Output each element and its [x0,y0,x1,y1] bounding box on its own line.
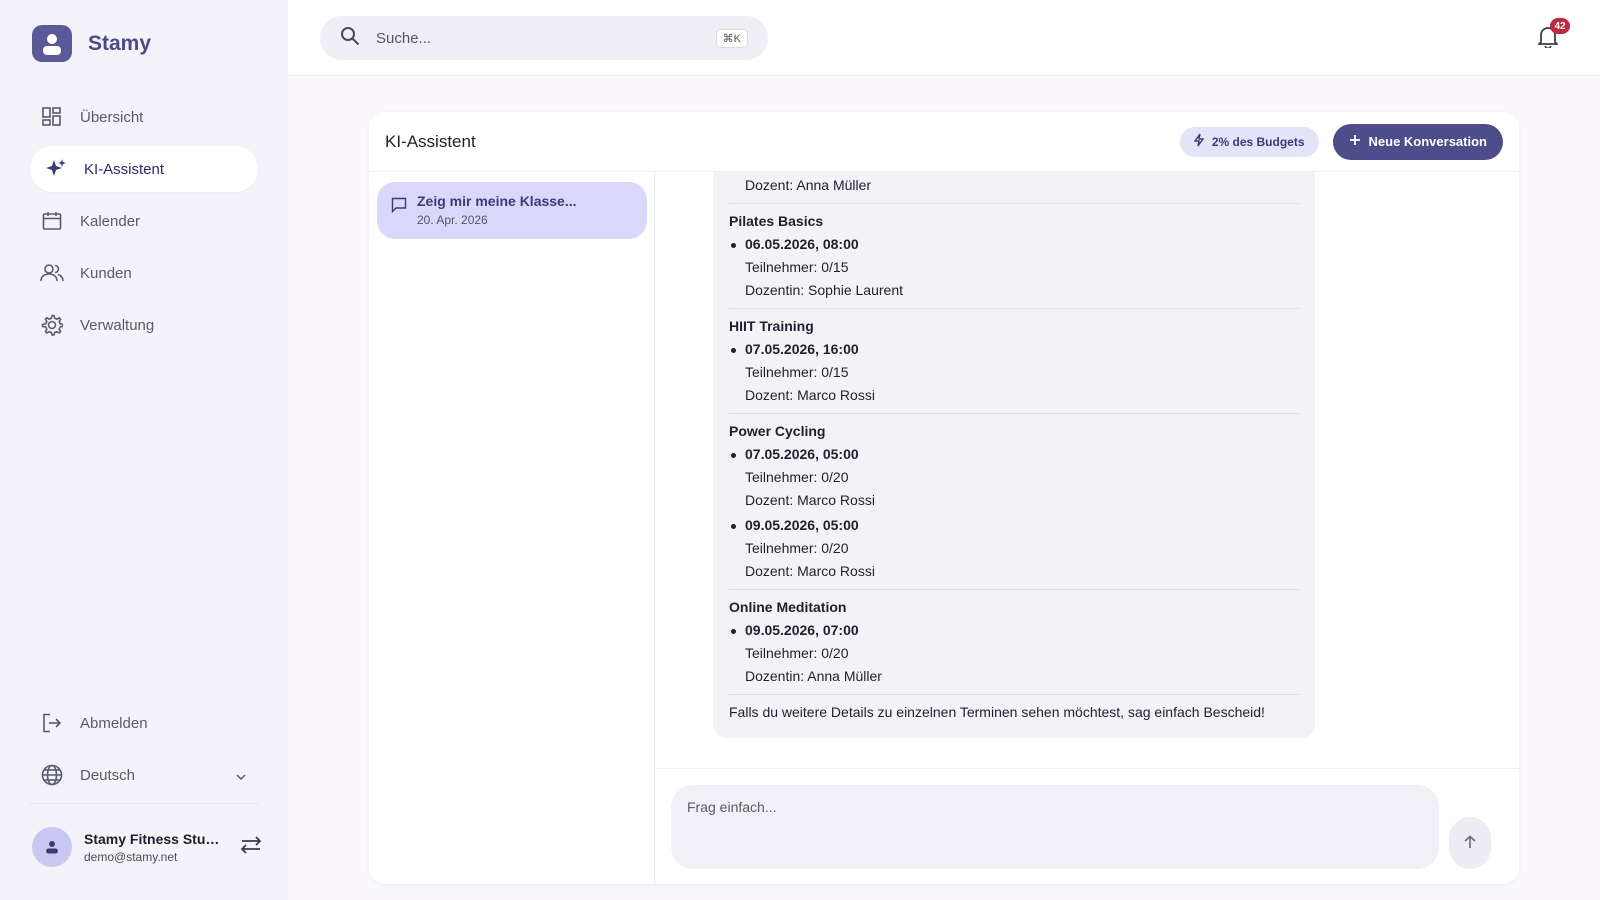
session-datetime: 07.05.2026, 05:00 [729,443,1299,466]
chat-area[interactable]: Dozent: Anna Müller Pilates Basics 06.05… [655,172,1519,772]
message-separator [729,413,1299,414]
session-participants: Teilnehmer: 0/20 [745,645,849,661]
session-datetime: 09.05.2026, 07:00 [729,619,1299,642]
arrow-up-icon [1463,834,1477,852]
logout-button[interactable]: Abmelden [30,700,258,746]
budget-label: 2% des Budgets [1211,134,1305,149]
message-separator [729,589,1299,590]
session-participants: Teilnehmer: 0/20 [745,469,849,485]
notification-badge: 42 [1550,18,1570,34]
conversation-list: Zeig mir meine Klasse... 20. Apr. 2026 [369,172,655,884]
search-shortcut: ⌘K [715,28,748,48]
conversation-date: 20. Apr. 2026 [417,213,488,227]
message-input[interactable] [671,785,1439,869]
nav-item-label: Kalender [80,212,141,230]
brand[interactable]: Stamy [32,25,151,62]
session-datetime: 06.05.2026, 08:00 [729,233,1299,256]
session-instructor: Dozentin: Sophie Laurent [745,282,903,298]
chevron-down-icon [236,767,246,784]
nav-item-administration[interactable]: Verwaltung [30,302,258,348]
message-line: Dozent: Anna Müller [745,177,872,193]
conversation-title: Zeig mir meine Klasse... [417,193,577,209]
message-closing: Falls du weitere Details zu einzelnen Te… [729,704,1265,720]
session-instructor: Dozent: Marco Rossi [745,387,875,403]
user-profile[interactable]: Stamy Fitness Studio demo@stamy.net [32,827,262,867]
nav-item-customers[interactable]: Kunden [30,250,258,296]
budget-chip: 2% des Budgets [1179,126,1319,157]
session-datetime: 09.05.2026, 05:00 [729,514,1299,537]
nav-item-calendar[interactable]: Kalender [30,198,258,244]
user-info: Stamy Fitness Studio demo@stamy.net [84,831,220,864]
new-conversation-label: Neue Konversation [1368,134,1487,149]
brand-logo-icon [32,25,72,62]
conversation-item[interactable]: Zeig mir meine Klasse... 20. Apr. 2026 [377,182,647,239]
session-instructor: Dozent: Marco Rossi [745,492,875,508]
main-nav: Übersicht KI-Assistent Kalender Kunden V… [30,94,258,354]
calendar-icon [40,209,64,233]
message-separator [729,308,1299,309]
assistant-message: Dozent: Anna Müller Pilates Basics 06.05… [713,172,1315,738]
top-bar: ⌘K 42 [288,0,1600,76]
search-input[interactable] [376,29,700,47]
sidebar: Stamy Übersicht KI-Assistent Kalender Ku… [0,0,288,900]
nav-item-overview[interactable]: Übersicht [30,94,258,140]
language-select[interactable]: Deutsch [30,752,258,798]
logout-icon [40,711,64,735]
nav-item-label: Übersicht [80,108,144,126]
search-icon [340,26,360,51]
session-instructor: Dozent: Marco Rossi [745,563,875,579]
sidebar-divider [30,803,258,804]
course-title: Power Cycling [729,423,826,439]
sparkle-icon [44,157,68,181]
conversation-text: Zeig mir meine Klasse... 20. Apr. 2026 [417,193,577,228]
message-separator [729,694,1299,695]
send-button[interactable] [1449,817,1491,869]
search-bar: ⌘K [320,16,768,60]
message-composer [655,768,1519,884]
course-title: Online Meditation [729,599,847,615]
header-actions: 2% des Budgets Neue Konversation [1179,123,1503,160]
nav-item-ai-assistant[interactable]: KI-Assistent [30,146,258,192]
switch-account-icon[interactable] [240,835,262,859]
course-title: Pilates Basics [729,213,824,229]
logout-label: Abmelden [80,714,148,732]
session-participants: Teilnehmer: 0/15 [745,364,849,380]
course-title: HIIT Training [729,318,814,334]
bottom-nav: Abmelden Deutsch [30,700,258,804]
session-participants: Teilnehmer: 0/20 [745,540,849,556]
nav-item-label: KI-Assistent [84,160,165,178]
plus-icon [1349,134,1361,149]
users-icon [40,261,64,285]
avatar [32,827,72,867]
page-title: KI-Assistent [385,131,476,151]
session-datetime: 07.05.2026, 16:00 [729,338,1299,361]
lightning-icon [1193,133,1205,150]
language-label: Deutsch [80,766,136,784]
session-instructor: Dozentin: Anna Müller [745,668,882,684]
assistant-card: KI-Assistent 2% des Budgets Neue Konvers… [369,112,1519,884]
user-name: Stamy Fitness Studio [84,830,220,847]
new-conversation-button[interactable]: Neue Konversation [1332,123,1503,160]
user-email: demo@stamy.net [84,849,178,864]
dashboard-icon [40,105,64,129]
brand-name: Stamy [88,31,152,55]
session-participants: Teilnehmer: 0/15 [745,259,849,275]
nav-item-label: Kunden [80,264,132,282]
gear-icon [40,313,64,337]
globe-icon [40,763,64,787]
assistant-header: KI-Assistent 2% des Budgets Neue Konvers… [369,112,1519,172]
message-separator [729,203,1299,204]
chat-bubble-icon [391,197,407,228]
nav-item-label: Verwaltung [80,316,155,334]
